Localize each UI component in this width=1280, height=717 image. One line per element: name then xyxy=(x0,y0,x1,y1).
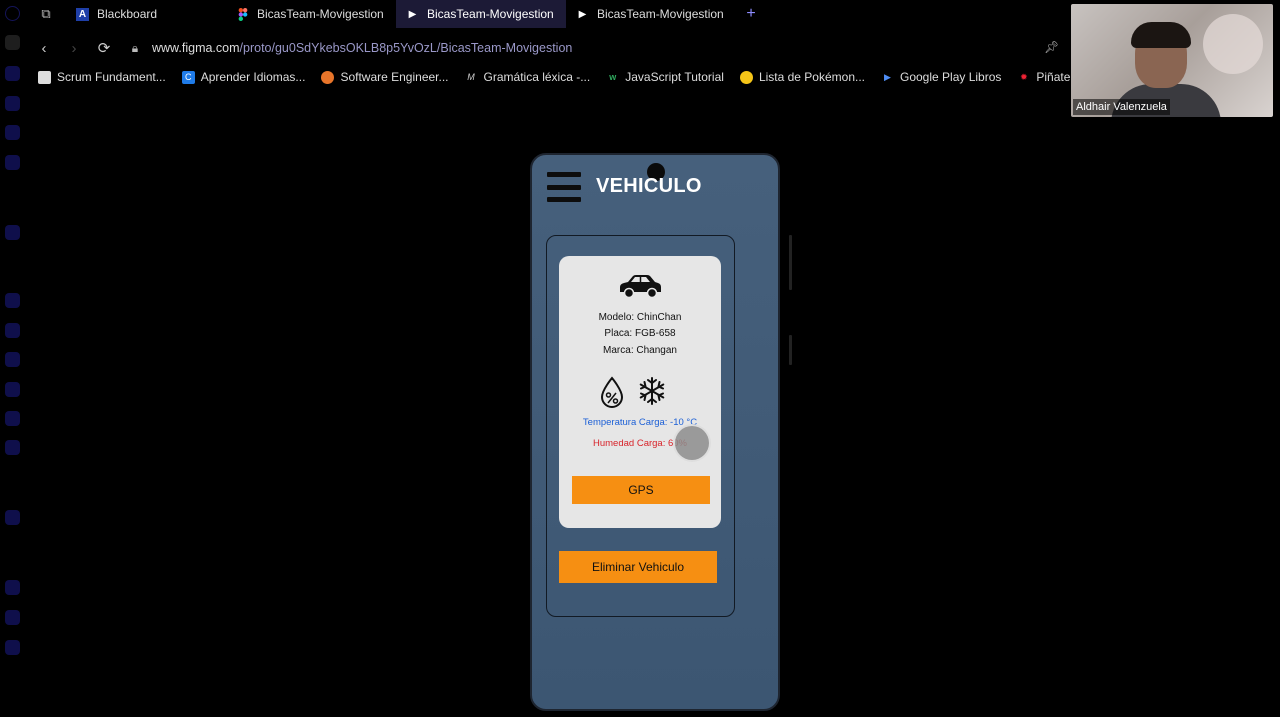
vehicle-model: Modelo: ChinChan xyxy=(598,312,682,323)
vehicle-plate: Placa: FGB-658 xyxy=(604,328,676,339)
bookmark-item[interactable]: Lista de Pokémon... xyxy=(739,70,865,84)
sidebar-app-icon[interactable] xyxy=(5,580,20,595)
gps-button[interactable]: GPS xyxy=(572,476,710,504)
grammar-site-icon: M xyxy=(467,72,475,82)
sidebar-app-icon[interactable] xyxy=(5,155,20,170)
webcam-video[interactable]: Aldhair Valenzuela xyxy=(1071,4,1273,117)
document-icon xyxy=(38,70,51,84)
menu-icon[interactable] xyxy=(547,172,581,202)
webcam-person-hair xyxy=(1131,22,1191,48)
bookmarks-bar: Scrum Fundament... C Aprender Idiomas... … xyxy=(38,66,1073,88)
url-domain: www.figma.com xyxy=(152,41,240,55)
vehicle-brand: Marca: Changan xyxy=(603,345,677,356)
phone-prototype-frame: VEHICULO Modelo: ChinChan Placa: FGB-658… xyxy=(530,153,780,711)
bookmark-item[interactable]: ✹Piñatería arc xyxy=(1017,70,1073,84)
webcam-background xyxy=(1203,14,1263,74)
tab-figma-3[interactable]: ▶ BicasTeam-Movigestion xyxy=(566,0,736,28)
sidebar-app-icon[interactable] xyxy=(5,352,20,367)
tab-blackboard[interactable]: A Blackboard xyxy=(66,0,226,28)
pokemon-icon xyxy=(739,70,753,84)
w3schools-icon: w xyxy=(609,72,617,82)
figma-favicon-icon xyxy=(236,7,249,21)
participant-name: Aldhair Valenzuela xyxy=(1073,99,1170,115)
tab-figma-2[interactable]: ▶ BicasTeam-Movigestion xyxy=(396,0,566,28)
bookmark-item[interactable]: w JavaScript Tutorial xyxy=(606,70,724,84)
sidebar-app-icon[interactable] xyxy=(5,96,20,111)
tab-label: BicasTeam-Movigestion xyxy=(597,7,724,21)
sidebar-app-icon[interactable] xyxy=(5,125,20,140)
browser-sidebar xyxy=(0,0,26,717)
sidebar-app-icon[interactable] xyxy=(5,293,20,308)
car-icon xyxy=(620,275,661,299)
bookmark-item[interactable]: Software Engineer... xyxy=(321,70,449,84)
tab-label: Blackboard xyxy=(97,7,158,21)
sidebar-app-icon[interactable] xyxy=(5,323,20,338)
url-path: /proto/gu0SdYkebsOKLB8p5YvOzL/BicasTeam-… xyxy=(239,41,573,55)
tab-bar: ⧉ A Blackboard BicasTeam-Movigestion ▶ B… xyxy=(26,0,1076,28)
url-field[interactable]: www.figma.com/proto/gu0SdYkebsOKLB8p5YvO… xyxy=(152,41,572,55)
sidebar-app-icon[interactable] xyxy=(5,6,20,21)
delete-vehicle-button[interactable]: Eliminar Vehiculo xyxy=(559,551,717,583)
vehicle-card: Modelo: ChinChan Placa: FGB-658 Marca: C… xyxy=(559,256,721,528)
humidity-drop-icon xyxy=(600,376,624,408)
forward-icon[interactable]: › xyxy=(62,40,86,57)
bookmark-item[interactable]: Scrum Fundament... xyxy=(38,70,166,84)
play-icon: ▶ xyxy=(408,8,417,20)
bookmark-item[interactable]: M Gramática léxica -... xyxy=(465,70,590,84)
new-tab-button[interactable]: + xyxy=(736,5,766,23)
pinata-site-icon: ✹ xyxy=(1020,71,1028,82)
sidebar-app-icon[interactable] xyxy=(5,66,20,81)
tab-label: BicasTeam-Movigestion xyxy=(257,7,384,21)
sidebar-settings-icon[interactable] xyxy=(5,640,20,655)
tab-label: BicasTeam-Movigestion xyxy=(427,7,554,21)
sidebar-app-icon[interactable] xyxy=(5,510,20,525)
play-icon: ▶ xyxy=(578,8,587,20)
language-app-icon: C xyxy=(181,70,195,84)
reload-icon[interactable]: ⟳ xyxy=(92,39,116,57)
sidebar-app-icon[interactable] xyxy=(5,225,20,240)
phone-side-key xyxy=(789,235,792,290)
screen: ⧉ A Blackboard BicasTeam-Movigestion ▶ B… xyxy=(0,0,1280,717)
sidebar-app-icon[interactable] xyxy=(5,411,20,426)
pointer-cursor xyxy=(673,424,711,462)
page-title: VEHICULO xyxy=(596,175,702,197)
sidebar-app-icon[interactable] xyxy=(5,440,20,455)
lock-icon[interactable]: 🔒︎ xyxy=(124,41,146,56)
snowflake-icon xyxy=(639,377,665,405)
address-bar: ‹ › ⟳ 🔒︎ www.figma.com/proto/gu0SdYkebsO… xyxy=(26,34,1076,62)
software-site-icon xyxy=(321,70,335,84)
sidebar-app-icon[interactable] xyxy=(5,382,20,397)
blackboard-favicon-icon: A xyxy=(76,7,89,21)
google-play-books-icon: ▶ xyxy=(884,71,891,82)
phone-side-key xyxy=(789,335,792,365)
sidebar-app-icon[interactable] xyxy=(5,610,20,625)
tab-overview-icon[interactable]: ⧉ xyxy=(26,0,66,28)
back-icon[interactable]: ‹ xyxy=(32,40,56,57)
sidebar-sync-icon[interactable] xyxy=(5,35,20,50)
bookmark-item[interactable]: ▶ Google Play Libros xyxy=(881,70,1001,84)
tab-figma-1[interactable]: BicasTeam-Movigestion xyxy=(226,0,396,28)
bookmark-item[interactable]: C Aprender Idiomas... xyxy=(181,70,305,84)
